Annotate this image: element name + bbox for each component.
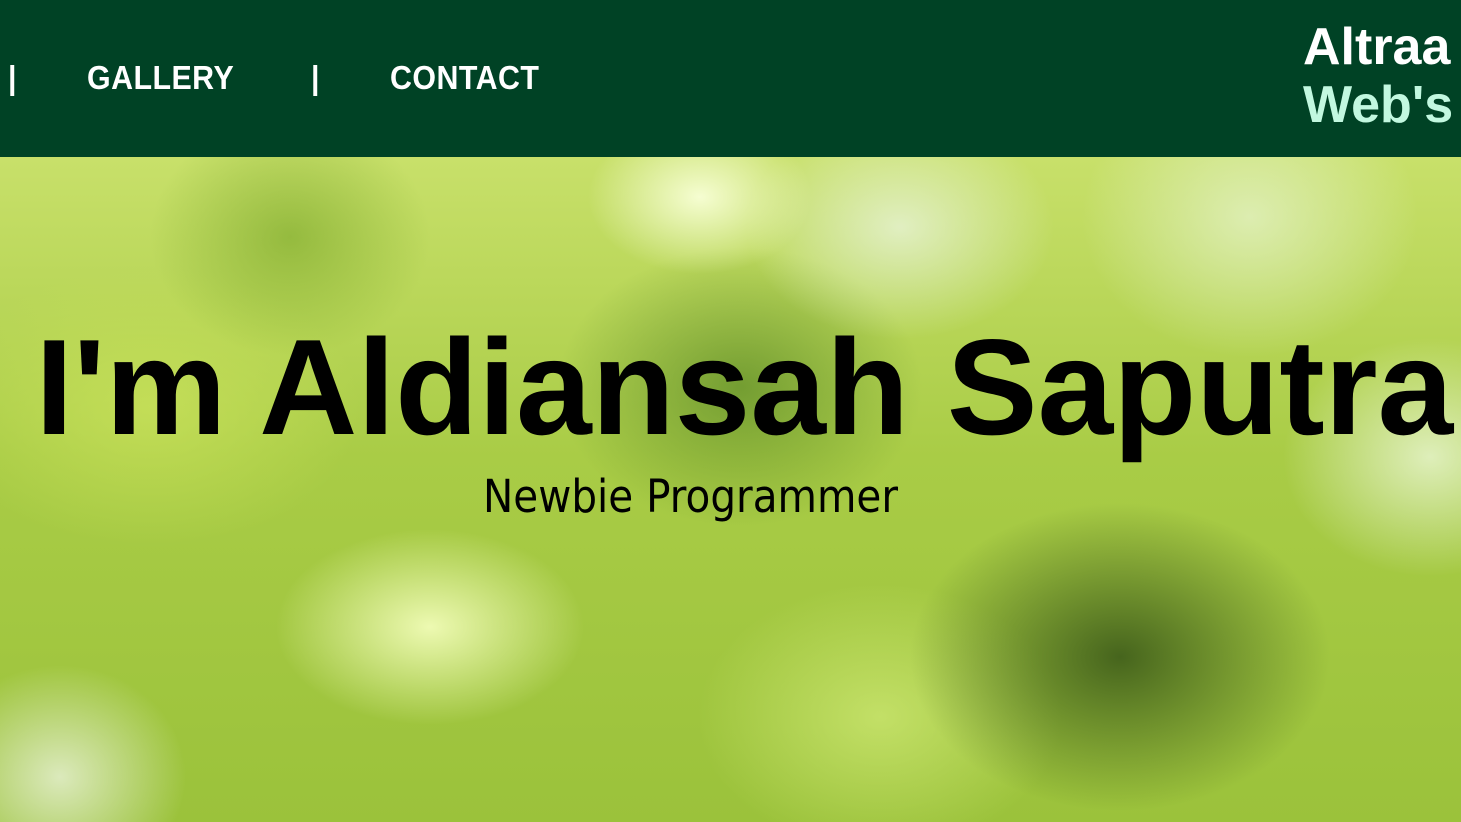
nav-separator: | <box>8 59 17 96</box>
nav-link-contact[interactable]: CONTACT <box>390 58 539 98</box>
site-header: | GALLERY | CONTACT Altraa Web's <box>0 0 1461 157</box>
brand-name-line1: Altraa <box>1303 18 1451 76</box>
nav-separator: | <box>311 59 320 96</box>
hero-section: i, I'm Aldiansah Saputra Newbie Programm… <box>0 157 1461 822</box>
hero-subtitle: Newbie Programmer <box>483 470 898 523</box>
brand-name-line2: Web's <box>1303 76 1454 134</box>
site-brand[interactable]: Altraa Web's <box>1303 18 1453 134</box>
nav-link-gallery[interactable]: GALLERY <box>87 58 234 98</box>
hero-title: i, I'm Aldiansah Saputra <box>0 311 1454 463</box>
main-nav: | GALLERY | CONTACT <box>0 0 700 157</box>
